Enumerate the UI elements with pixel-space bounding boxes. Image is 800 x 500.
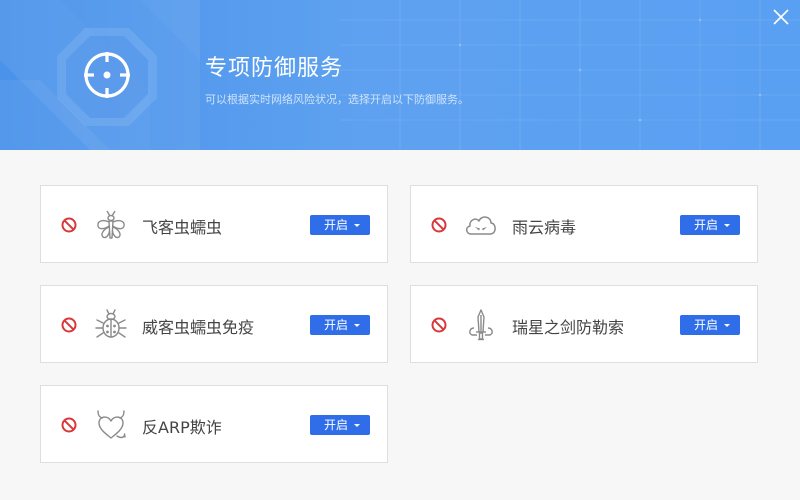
enable-dropdown-button[interactable]: 开启 — [680, 315, 740, 335]
service-card-yuyun: 雨云病毒 开启 — [410, 185, 758, 263]
disabled-status-icon — [431, 317, 447, 333]
disabled-status-icon — [431, 217, 447, 233]
bug-icon — [95, 309, 127, 338]
defense-services-window: 专项防御服务 可以根据实时网络风险状况，选择开启以下防御服务。 飞客虫蠕虫 开启… — [0, 0, 800, 500]
chevron-down-icon — [724, 324, 730, 327]
sword-icon — [469, 309, 493, 341]
disabled-status-icon — [61, 417, 77, 433]
crosshair-icon — [84, 52, 130, 98]
service-label: 飞客虫蠕虫 — [142, 218, 223, 237]
disabled-status-icon — [61, 317, 77, 333]
disabled-status-icon — [61, 217, 77, 233]
page-title: 专项防御服务 — [205, 56, 344, 81]
enable-button-label: 开启 — [324, 218, 349, 232]
service-label: 反ARP欺诈 — [142, 418, 222, 437]
enable-button-label: 开启 — [694, 218, 719, 232]
enable-dropdown-button[interactable]: 开启 — [310, 315, 370, 335]
chevron-down-icon — [354, 424, 360, 427]
service-card-ruixing-sword: 瑞星之剑防勒索 开启 — [410, 285, 758, 363]
enable-button-label: 开启 — [324, 418, 349, 432]
service-card-anti-arp: 反ARP欺诈 开启 — [40, 385, 388, 463]
angry-cloud-icon — [466, 216, 496, 235]
chevron-down-icon — [354, 224, 360, 227]
header-banner: 专项防御服务 可以根据实时网络风险状况，选择开启以下防御服务。 — [0, 0, 800, 150]
enable-dropdown-button[interactable]: 开启 — [310, 215, 370, 235]
enable-dropdown-button[interactable]: 开启 — [310, 415, 370, 435]
chevron-down-icon — [354, 324, 360, 327]
page-subtitle: 可以根据实时网络风险状况，选择开启以下防御服务。 — [205, 93, 469, 106]
service-label: 雨云病毒 — [512, 218, 577, 237]
enable-button-label: 开启 — [694, 318, 719, 332]
devil-heart-icon — [97, 410, 126, 439]
moth-icon — [97, 210, 125, 239]
enable-button-label: 开启 — [324, 318, 349, 332]
header-grid-pattern — [340, 0, 800, 150]
service-card-weike: 威客虫蠕虫免疫 开启 — [40, 285, 388, 363]
close-icon[interactable] — [772, 8, 790, 26]
service-card-feike: 飞客虫蠕虫 开启 — [40, 185, 388, 263]
enable-dropdown-button[interactable]: 开启 — [680, 215, 740, 235]
chevron-down-icon — [724, 224, 730, 227]
service-label: 瑞星之剑防勒索 — [512, 318, 625, 337]
service-label: 威客虫蠕虫免疫 — [142, 318, 255, 337]
